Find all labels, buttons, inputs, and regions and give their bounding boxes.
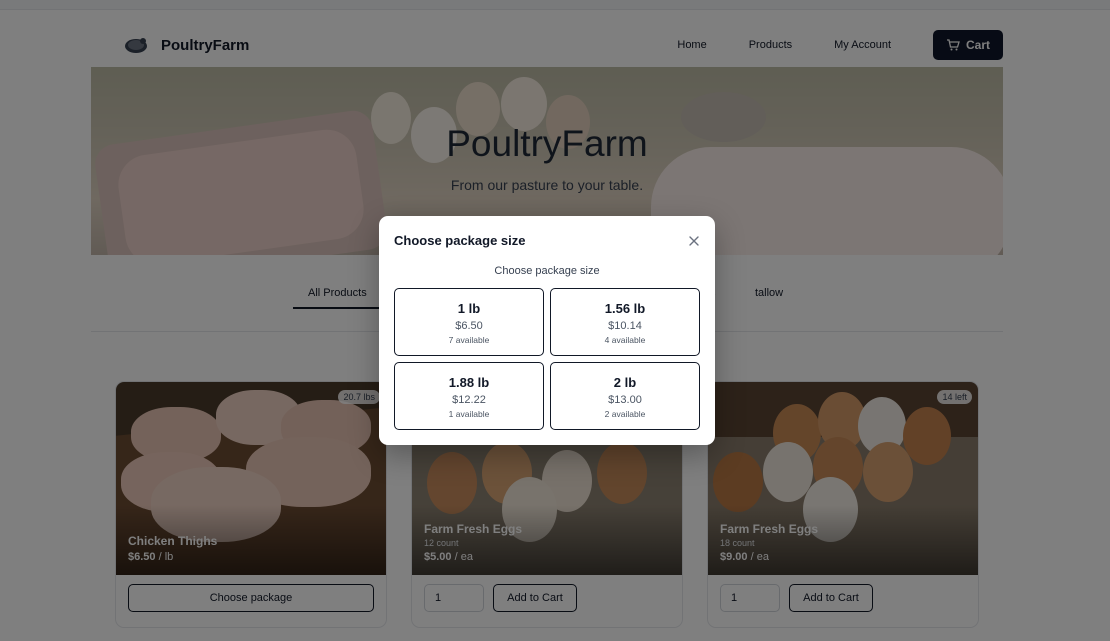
modal-title: Choose package size — [394, 233, 526, 248]
option-price: $6.50 — [455, 320, 483, 332]
option-price: $10.14 — [608, 320, 642, 332]
option-availability: 4 available — [604, 335, 646, 345]
modal-subtitle: Choose package size — [494, 265, 600, 277]
option-price: $13.00 — [608, 394, 642, 406]
close-icon[interactable] — [687, 234, 701, 248]
package-option-1-56lb[interactable]: 1.56 lb $10.14 4 available — [550, 288, 700, 356]
option-availability: 2 available — [604, 409, 646, 419]
option-size: 1.88 lb — [448, 375, 490, 390]
package-option-1lb[interactable]: 1 lb $6.50 7 available — [394, 288, 544, 356]
package-size-modal: Choose package size Choose package size … — [379, 216, 715, 445]
option-availability: 1 available — [448, 409, 490, 419]
option-price: $12.22 — [452, 394, 486, 406]
package-option-1-88lb[interactable]: 1.88 lb $12.22 1 available — [394, 362, 544, 430]
option-size: 1.56 lb — [604, 301, 646, 316]
package-option-2lb[interactable]: 2 lb $13.00 2 available — [550, 362, 700, 430]
option-availability: 7 available — [448, 335, 490, 345]
option-size: 2 lb — [613, 375, 637, 390]
option-size: 1 lb — [457, 301, 481, 316]
